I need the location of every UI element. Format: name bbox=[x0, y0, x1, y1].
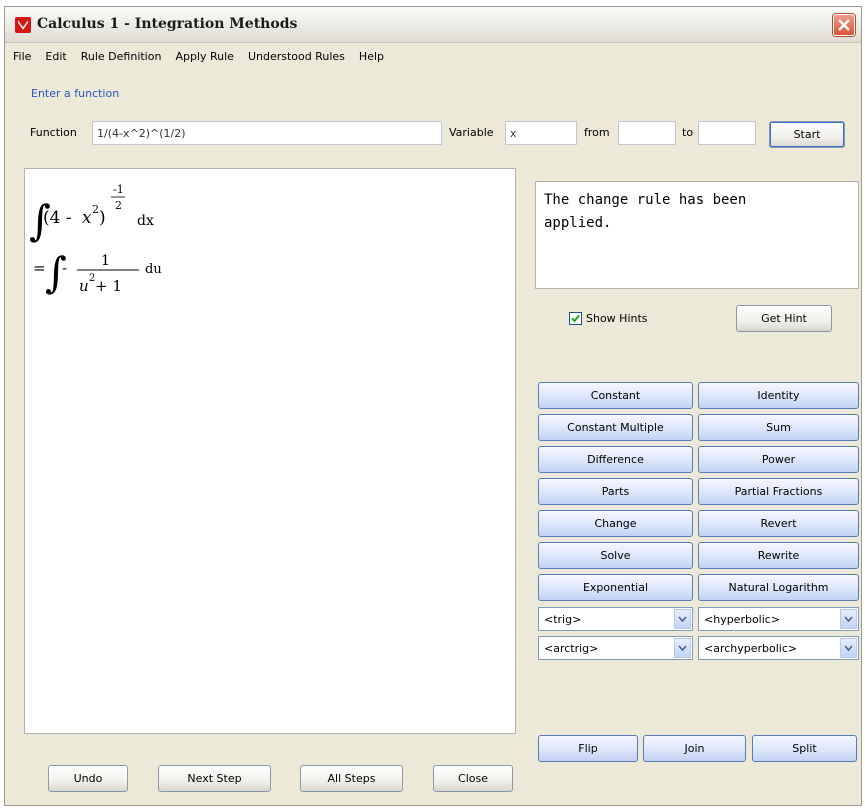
hyperbolic-select[interactable]: <hyperbolic> bbox=[698, 607, 859, 631]
chevron-down-icon bbox=[840, 609, 857, 629]
checkmark-icon bbox=[571, 314, 580, 323]
function-label: Function bbox=[30, 126, 77, 139]
chevron-down-icon bbox=[674, 609, 691, 629]
arctrig-select-value: <arctrig> bbox=[544, 641, 599, 655]
app-logo-icon bbox=[15, 17, 31, 33]
line1-x: x bbox=[82, 208, 92, 228]
line1-dx: dx bbox=[137, 213, 154, 229]
line1-open: (4 - bbox=[43, 208, 72, 228]
chevron-down-icon bbox=[840, 638, 857, 658]
rule-natural-logarithm-button[interactable]: Natural Logarithm bbox=[698, 574, 859, 601]
window-close-button[interactable] bbox=[833, 14, 855, 36]
undo-button[interactable]: Undo bbox=[48, 765, 128, 792]
show-hints-label: Show Hints bbox=[586, 312, 648, 325]
rule-difference-button[interactable]: Difference bbox=[538, 446, 693, 473]
rule-constant-multiple-button[interactable]: Constant Multiple bbox=[538, 414, 693, 441]
trig-select[interactable]: <trig> bbox=[538, 607, 693, 631]
line2-minus: - bbox=[62, 259, 67, 277]
to-input[interactable] bbox=[698, 121, 756, 145]
line1-exp-den: 2 bbox=[115, 199, 122, 212]
arctrig-select[interactable]: <arctrig> bbox=[538, 636, 693, 660]
menu-apply-rule[interactable]: Apply Rule bbox=[175, 50, 234, 63]
rule-sum-button[interactable]: Sum bbox=[698, 414, 859, 441]
start-button[interactable]: Start bbox=[769, 121, 845, 148]
window-title: Calculus 1 - Integration Methods bbox=[37, 16, 298, 32]
show-hints-checkbox[interactable] bbox=[569, 312, 582, 325]
menu-edit[interactable]: Edit bbox=[45, 50, 66, 63]
archyperbolic-select[interactable]: <archyperbolic> bbox=[698, 636, 859, 660]
math-workspace: ∫ (4 - x 2 ) -1 2 dx = ∫ - 1 u 2 + 1 du bbox=[24, 168, 516, 734]
chevron-down-icon bbox=[674, 638, 691, 658]
function-input[interactable] bbox=[92, 121, 442, 145]
get-hint-button[interactable]: Get Hint bbox=[736, 305, 832, 332]
line2-u: u bbox=[79, 277, 89, 295]
line2-equals: = bbox=[33, 259, 46, 277]
close-button[interactable]: Close bbox=[433, 765, 513, 792]
line1-x-exp: 2 bbox=[92, 203, 99, 216]
rule-solve-button[interactable]: Solve bbox=[538, 542, 693, 569]
from-label: from bbox=[584, 126, 610, 139]
rule-change-button[interactable]: Change bbox=[538, 510, 693, 537]
menu-file[interactable]: File bbox=[13, 50, 31, 63]
rule-identity-button[interactable]: Identity bbox=[698, 382, 859, 409]
enter-function-label: Enter a function bbox=[31, 87, 120, 100]
split-button[interactable]: Split bbox=[752, 735, 857, 762]
trig-select-value: <trig> bbox=[544, 612, 582, 626]
rule-constant-button[interactable]: Constant bbox=[538, 382, 693, 409]
line1-close: ) bbox=[99, 208, 106, 228]
rule-revert-button[interactable]: Revert bbox=[698, 510, 859, 537]
rule-exponential-button[interactable]: Exponential bbox=[538, 574, 693, 601]
line1-exp-num: -1 bbox=[113, 183, 124, 196]
line2-du: du bbox=[145, 262, 162, 277]
menu-rule-definition[interactable]: Rule Definition bbox=[81, 50, 162, 63]
rule-partial-fractions-button[interactable]: Partial Fractions bbox=[698, 478, 859, 505]
flip-button[interactable]: Flip bbox=[538, 735, 638, 762]
from-input[interactable] bbox=[618, 121, 676, 145]
hyperbolic-select-value: <hyperbolic> bbox=[704, 612, 781, 626]
menu-bar: File Edit Rule Definition Apply Rule Und… bbox=[5, 45, 861, 67]
archyperbolic-select-value: <archyperbolic> bbox=[704, 641, 798, 655]
rule-parts-button[interactable]: Parts bbox=[538, 478, 693, 505]
all-steps-button[interactable]: All Steps bbox=[300, 765, 403, 792]
variable-label: Variable bbox=[449, 126, 494, 139]
menu-understood-rules[interactable]: Understood Rules bbox=[248, 50, 345, 63]
menu-help[interactable]: Help bbox=[359, 50, 384, 63]
math-derivation: ∫ (4 - x 2 ) -1 2 dx = ∫ - 1 u 2 + 1 du bbox=[29, 183, 162, 297]
next-step-button[interactable]: Next Step bbox=[158, 765, 271, 792]
close-icon bbox=[838, 19, 850, 31]
line2-den-rest: + 1 bbox=[95, 277, 122, 295]
title-bar: Calculus 1 - Integration Methods bbox=[5, 7, 861, 43]
hint-message-box: The change rule has been applied. bbox=[535, 181, 859, 289]
line2-numerator: 1 bbox=[101, 253, 110, 269]
join-button[interactable]: Join bbox=[643, 735, 746, 762]
rule-rewrite-button[interactable]: Rewrite bbox=[698, 542, 859, 569]
to-label: to bbox=[682, 126, 694, 139]
variable-input[interactable] bbox=[505, 121, 577, 145]
rule-power-button[interactable]: Power bbox=[698, 446, 859, 473]
